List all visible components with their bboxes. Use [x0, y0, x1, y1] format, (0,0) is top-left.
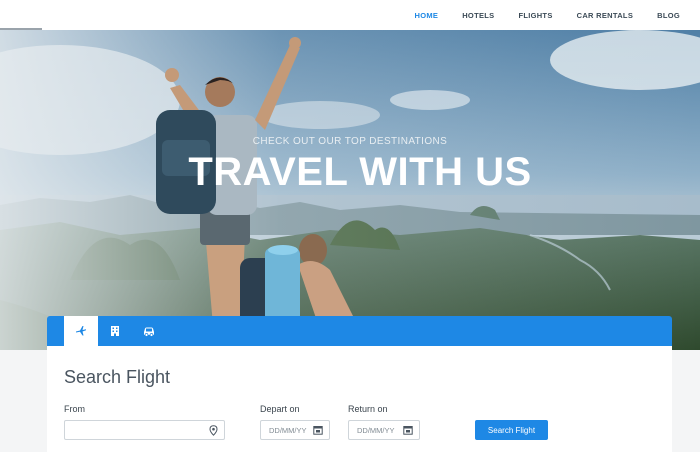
depart-label: Depart on	[260, 404, 300, 414]
calendar-icon	[403, 426, 413, 435]
tab-cars[interactable]	[132, 316, 166, 346]
nav-car-rentals[interactable]: CAR RENTALS	[565, 11, 646, 20]
from-label: From	[64, 404, 85, 414]
nav-blog[interactable]: BLOG	[645, 11, 692, 20]
tab-hotels[interactable]	[98, 316, 132, 346]
tab-flights[interactable]	[64, 316, 98, 346]
main-nav: HOME HOTELS FLIGHTS CAR RENTALS BLOG	[403, 0, 700, 30]
hero-kicker: CHECK OUT OUR TOP DESTINATIONS	[252, 136, 448, 147]
location-pin-icon	[209, 425, 218, 436]
hero-banner: CHECK OUT OUR TOP DESTINATIONS TRAVEL WI…	[0, 30, 700, 350]
plane-icon	[76, 326, 86, 336]
panel-title: Search Flight	[64, 367, 171, 387]
from-field[interactable]	[64, 420, 225, 440]
top-nav-bar: HOME HOTELS FLIGHTS CAR RENTALS BLOG	[0, 0, 700, 30]
hotel-icon	[111, 326, 119, 336]
search-flight-panel: Search Flight From Depart on DD/MM/YY Re…	[47, 346, 672, 452]
nav-hotels[interactable]: HOTELS	[450, 11, 506, 20]
depart-placeholder: DD/MM/YY	[269, 425, 307, 435]
return-placeholder: DD/MM/YY	[357, 425, 395, 435]
page-progress-indicator	[0, 28, 42, 30]
car-icon	[144, 327, 154, 337]
hero-headline: TRAVEL WITH US	[188, 150, 532, 194]
return-date-field[interactable]: DD/MM/YY	[348, 420, 420, 440]
nav-home[interactable]: HOME	[403, 11, 451, 20]
depart-date-field[interactable]: DD/MM/YY	[260, 420, 330, 440]
search-tabs	[47, 316, 672, 346]
return-label: Return on	[348, 404, 388, 414]
nav-flights[interactable]: FLIGHTS	[506, 11, 564, 20]
search-flight-button[interactable]: Search Flight	[475, 420, 548, 440]
calendar-icon	[313, 426, 323, 435]
